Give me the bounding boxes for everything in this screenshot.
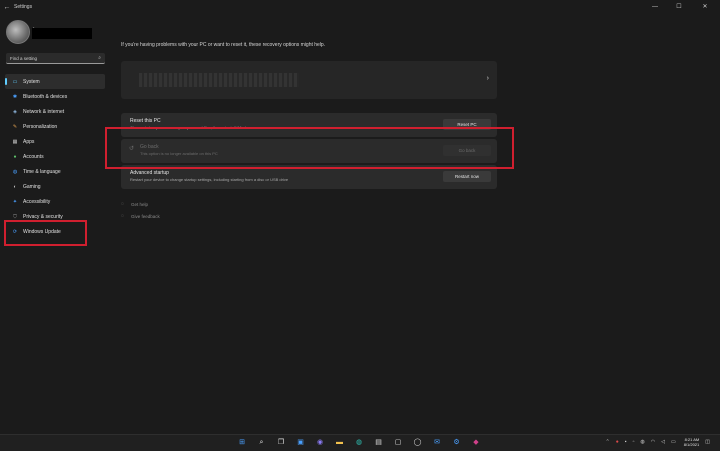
task-view-icon[interactable]: ❐ xyxy=(276,438,286,448)
clock[interactable]: 8:21 AM 8/1/2021 xyxy=(684,437,700,447)
chevron-up-icon[interactable]: ⌃ xyxy=(606,439,610,445)
annotation-box-go-back xyxy=(105,127,514,169)
option-desc: Restart your device to change startup se… xyxy=(130,177,289,182)
widgets-icon[interactable]: ▣ xyxy=(296,438,306,448)
person-icon: ● xyxy=(13,153,17,160)
sidebar-item-system[interactable]: ▭ System xyxy=(5,74,105,89)
wifi-icon: ◈ xyxy=(13,108,17,115)
battery-icon[interactable]: ▭ xyxy=(671,439,676,445)
search-placeholder: Find a setting xyxy=(10,55,38,61)
tray-app-icon-3[interactable]: ▫ xyxy=(633,439,635,445)
intro-text: If you're having problems with your PC o… xyxy=(121,42,326,48)
volume-icon[interactable]: ◁ xyxy=(661,439,665,445)
restart-now-button[interactable]: Restart now xyxy=(443,171,491,182)
recovery-info-card[interactable]: › xyxy=(121,61,497,99)
globe-clock-icon: ◍ xyxy=(12,168,18,175)
sidebar-item-accounts[interactable]: ● Accounts xyxy=(5,149,105,164)
give-feedback-link[interactable]: ◌ Give feedback xyxy=(121,213,160,219)
link-label: Give feedback xyxy=(131,213,160,219)
help-icon: ◌ xyxy=(121,201,124,207)
link-label: Get help xyxy=(131,201,149,207)
dell-icon[interactable]: ◯ xyxy=(413,438,423,448)
store-icon[interactable]: ▤ xyxy=(374,438,384,448)
file-explorer-icon[interactable]: ▬ xyxy=(335,438,345,448)
tray-app-icon-2[interactable]: ▪ xyxy=(625,439,627,445)
notification-icon[interactable]: ◫ xyxy=(705,439,710,445)
title-bar: ← Settings — ☐ ✕ xyxy=(0,0,720,14)
profile-name-redacted xyxy=(32,28,92,39)
edge-icon[interactable]: ◍ xyxy=(354,438,364,448)
sidebar-item-personalization[interactable]: ✎ Personalization xyxy=(5,119,105,134)
monitor-icon: ▭ xyxy=(12,78,18,85)
accessibility-icon: ✦ xyxy=(12,198,18,205)
shield-icon: ⛉ xyxy=(13,213,17,220)
minimize-icon[interactable]: — xyxy=(646,0,664,14)
chevron-right-icon: › xyxy=(486,75,489,82)
wifi-icon[interactable]: ◠ xyxy=(651,439,655,445)
profile[interactable]: r xyxy=(6,20,92,44)
settings-app-icon[interactable]: ⚙ xyxy=(452,438,462,448)
search-input[interactable]: Find a setting ⌕ xyxy=(6,53,105,64)
gamepad-icon: ◐ xyxy=(13,183,17,190)
option-title: Reset this PC xyxy=(130,118,161,124)
sidebar-item-label: Accounts xyxy=(23,153,44,160)
sidebar-item-apps[interactable]: ▦ Apps xyxy=(5,134,105,149)
search-icon: ⌕ xyxy=(98,55,101,61)
taskbar-icons: ⊞ ⌕ ❐ ▣ ◉ ▬ ◍ ▤ ▢ ◯ ✉ ⚙ ◆ xyxy=(237,438,491,448)
option-title: Advanced startup xyxy=(130,170,169,176)
app-icon-2[interactable]: ◆ xyxy=(471,438,481,448)
search-icon[interactable]: ⌕ xyxy=(257,438,267,448)
mail-icon[interactable]: ✉ xyxy=(432,438,442,448)
sidebar-item-label: Gaming xyxy=(23,183,41,190)
chat-icon[interactable]: ◉ xyxy=(315,438,325,448)
sidebar-item-time-language[interactable]: ◍ Time & language xyxy=(5,164,105,179)
start-icon[interactable]: ⊞ xyxy=(237,438,247,448)
window-title: Settings xyxy=(14,4,33,10)
brush-icon: ✎ xyxy=(12,123,18,130)
apps-icon: ▦ xyxy=(12,138,18,145)
sidebar-item-label: Privacy & security xyxy=(23,213,63,220)
sidebar-item-label: Network & internet xyxy=(23,108,65,115)
app-icon[interactable]: ▢ xyxy=(393,438,403,448)
sidebar-item-label: Personalization xyxy=(23,123,58,130)
sidebar-item-label: System xyxy=(23,78,40,85)
annotation-box-windows-update xyxy=(4,220,87,246)
bluetooth-icon: ✱ xyxy=(12,93,18,100)
sidebar-item-accessibility[interactable]: ✦ Accessibility xyxy=(5,194,105,209)
tray-app-icon[interactable]: ● xyxy=(616,439,619,445)
taskbar: ⊞ ⌕ ❐ ▣ ◉ ▬ ◍ ▤ ▢ ◯ ✉ ⚙ ◆ ⌃ ● ▪ ▫ ◍ ◠ ◁ … xyxy=(0,434,720,451)
sidebar-item-label: Apps xyxy=(23,138,35,145)
tray-app-icon-4[interactable]: ◍ xyxy=(640,439,644,445)
clock-date: 8/1/2021 xyxy=(683,442,700,447)
close-icon[interactable]: ✕ xyxy=(696,0,714,14)
sidebar-item-label: Time & language xyxy=(23,168,61,175)
sidebar-item-label: Accessibility xyxy=(23,198,51,205)
system-tray: ⌃ ● ▪ ▫ ◍ ◠ ◁ ▭ 8:21 AM 8/1/2021 ◫ xyxy=(600,437,710,447)
feedback-icon: ◌ xyxy=(121,213,124,219)
sidebar-item-gaming[interactable]: ◐ Gaming xyxy=(5,179,105,194)
get-help-link[interactable]: ◌ Get help xyxy=(121,201,148,207)
maximize-icon[interactable]: ☐ xyxy=(670,0,688,14)
blurred-content xyxy=(139,73,299,87)
sidebar-nav: ▭ System ✱ Bluetooth & devices ◈ Network… xyxy=(5,74,105,239)
sidebar-item-network[interactable]: ◈ Network & internet xyxy=(5,104,105,119)
sidebar-item-bluetooth[interactable]: ✱ Bluetooth & devices xyxy=(5,89,105,104)
avatar xyxy=(6,20,30,44)
sidebar-item-label: Bluetooth & devices xyxy=(23,93,68,100)
arrow-left-icon[interactable]: ← xyxy=(0,4,14,11)
